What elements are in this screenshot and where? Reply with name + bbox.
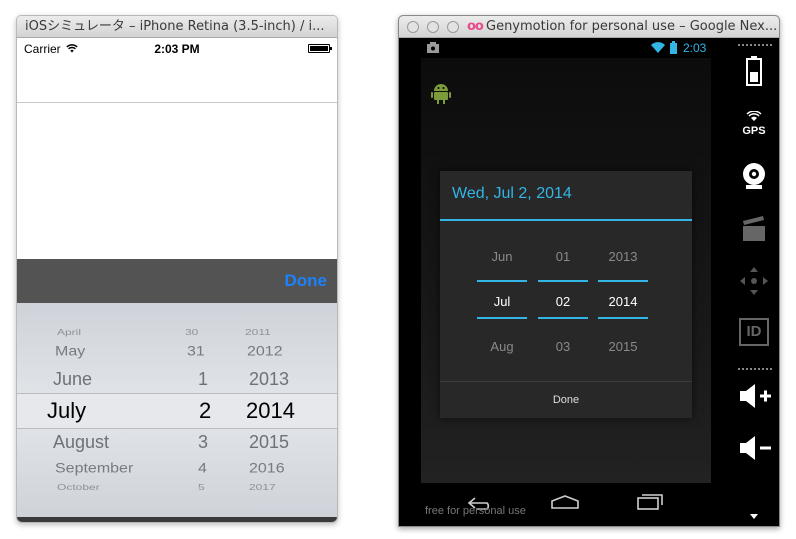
dialog-done-button[interactable]: Done [440, 382, 692, 418]
screenshot-notification-icon [427, 42, 439, 53]
date-picker-dialog: Wed, Jul 2, 2014 Jun Jul Aug 01 02 03 20… [440, 171, 692, 418]
selection-divider [477, 317, 527, 319]
sidebar-divider [738, 44, 772, 48]
selection-divider [598, 280, 648, 282]
gps-widget[interactable]: GPS [737, 108, 771, 137]
volume-up-icon[interactable] [738, 382, 772, 410]
picker-row: 30 [185, 327, 199, 337]
month-prev[interactable]: Jun [477, 249, 527, 264]
device-id-widget[interactable]: ID [739, 318, 769, 346]
nav-divider [17, 102, 337, 103]
home-icon[interactable] [551, 495, 579, 509]
done-button[interactable]: Done [285, 271, 328, 291]
picker-row: 4 [198, 461, 207, 476]
selection-divider [538, 280, 588, 282]
picker-row: 2015 [249, 432, 290, 452]
battery-icon [670, 41, 677, 54]
sidebar-divider [738, 368, 772, 372]
year-current[interactable]: 2014 [598, 294, 648, 309]
picker-row: June [53, 369, 93, 389]
picker-row: 2017 [249, 482, 276, 492]
android-clock: 2:03 [683, 41, 707, 55]
dialog-title-divider [440, 219, 692, 221]
picker-row: 3 [198, 432, 209, 452]
ios-simulator-window: iOSシミュレータ – iPhone Retina (3.5-inch) / i… [16, 15, 338, 523]
recent-apps-icon[interactable] [637, 494, 663, 510]
selection-divider [477, 280, 527, 282]
month-current[interactable]: Jul [477, 294, 527, 309]
picker-row: 2011 [245, 327, 271, 337]
webcam-icon[interactable] [741, 162, 767, 190]
picker-toolbar: Done [17, 259, 337, 303]
month-next[interactable]: Aug [477, 339, 527, 354]
picker-row: August [53, 432, 110, 452]
day-prev[interactable]: 01 [538, 249, 588, 264]
genymotion-logo-icon: oo [467, 19, 484, 34]
picker-row-selected: 2014 [246, 398, 295, 423]
picker-row: 2016 [249, 461, 285, 476]
ios-status-bar: Carrier 2:03 PM [17, 38, 337, 58]
picker-row: April [57, 327, 82, 337]
ios-clock: 2:03 PM [154, 42, 200, 56]
chevron-down-icon[interactable] [750, 514, 758, 519]
picker-row-selected: July [47, 398, 87, 423]
day-current[interactable]: 02 [538, 294, 588, 309]
genymotion-window: oo Genymotion for personal use – Google … [398, 15, 780, 527]
picker-row: 5 [198, 482, 205, 492]
selection-divider [598, 317, 648, 319]
picker-row: October [57, 482, 100, 492]
dpad-icon[interactable] [739, 266, 769, 296]
genymotion-sidebar: GPS ID [729, 38, 779, 526]
dialog-title: Wed, Jul 2, 2014 [452, 185, 572, 202]
zoom-window-button[interactable] [447, 21, 459, 33]
picker-row-selected: 2 [199, 398, 212, 423]
day-next[interactable]: 03 [538, 339, 588, 354]
picker-row: 2012 [247, 344, 283, 359]
genymotion-titlebar: oo Genymotion for personal use – Google … [399, 16, 779, 38]
ios-window-title: iOSシミュレータ – iPhone Retina (3.5-inch) / i… [17, 16, 337, 38]
battery-widget-icon[interactable] [746, 56, 762, 86]
volume-down-icon[interactable] [738, 434, 772, 462]
wifi-icon [651, 42, 665, 53]
gps-icon [746, 110, 762, 121]
android-status-bar: 2:03 [399, 38, 729, 58]
android-screen[interactable]: 2:03 Wed, Jul 2, 2014 Jun Jul Aug 01 02 … [399, 38, 729, 526]
genymotion-window-title: Genymotion for personal use – Google Nex… [486, 19, 778, 34]
picker-row: 31 [187, 344, 205, 359]
battery-icon [308, 44, 332, 53]
selection-divider [538, 317, 588, 319]
year-prev[interactable]: 2013 [598, 249, 648, 264]
picker-row: September [55, 461, 134, 476]
gps-label: GPS [742, 125, 766, 137]
minimize-window-button[interactable] [427, 21, 439, 33]
close-window-button[interactable] [407, 21, 419, 33]
ios-date-picker[interactable]: April May June July August September Oct… [17, 303, 337, 517]
personal-use-watermark: free for personal use [425, 505, 526, 517]
picker-row: 2013 [249, 369, 290, 389]
picker-row: 1 [198, 369, 209, 389]
ios-bottom-edge [17, 517, 337, 522]
clapperboard-icon[interactable] [742, 216, 766, 242]
id-label: ID [746, 323, 762, 340]
year-next[interactable]: 2015 [598, 339, 648, 354]
android-robot-icon [431, 84, 451, 104]
picker-row: May [55, 344, 86, 359]
